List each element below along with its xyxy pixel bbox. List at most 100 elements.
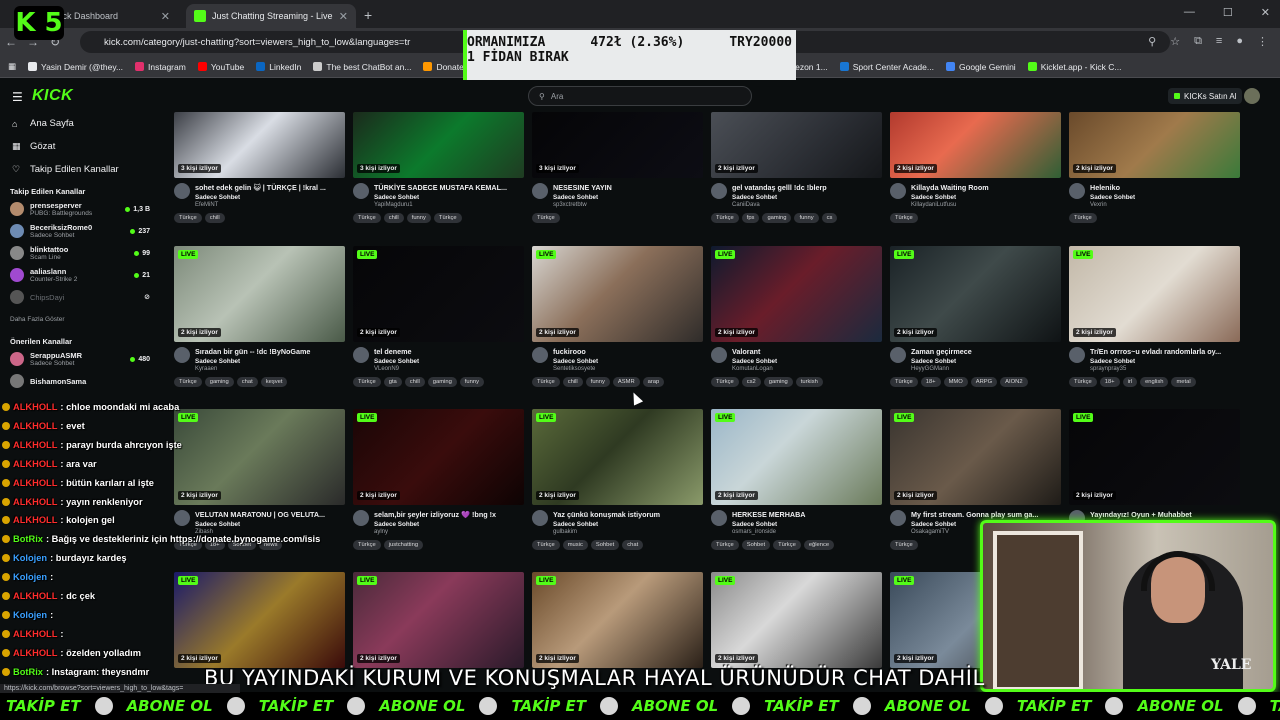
stream-thumbnail[interactable]: LIVE 2 kişi izliyor bbox=[711, 572, 882, 668]
stream-title[interactable]: My first stream. Gonna play sum ga... bbox=[911, 510, 1061, 519]
stream-category[interactable]: Sadece Sohbet bbox=[374, 194, 524, 201]
stream-card[interactable]: 2 kişi izliyor Heleniko Sadece Sohbet Vexri… bbox=[1069, 112, 1240, 223]
stream-tag[interactable]: cs2 bbox=[741, 377, 761, 387]
extensions-icon[interactable]: ⧉ bbox=[1194, 35, 1202, 48]
bookmark-item[interactable]: LinkedIn bbox=[256, 62, 301, 72]
stream-tag[interactable]: funny bbox=[585, 377, 610, 387]
sidebar-nav-item[interactable]: ⌂ Ana Sayfa bbox=[0, 112, 160, 135]
streamer-avatar[interactable] bbox=[532, 510, 548, 526]
stream-tag[interactable]: english bbox=[1140, 377, 1169, 387]
stream-thumbnail[interactable]: 3 kişi izliyor bbox=[532, 112, 703, 178]
hamburger-menu-icon[interactable]: ☰ bbox=[12, 90, 23, 104]
stream-thumbnail[interactable]: LIVE 2 kişi izliyor bbox=[711, 409, 882, 505]
stream-tag[interactable]: gaming bbox=[763, 377, 793, 387]
stream-card[interactable]: LIVE 2 kişi izliyor Tr/En orrros~u evladı … bbox=[1069, 246, 1240, 387]
sidebar-channel[interactable]: aaliaslann Counter-Strike 2 21 bbox=[0, 264, 160, 286]
bookmark-item[interactable]: Instagram bbox=[135, 62, 186, 72]
stream-title[interactable]: selam,bir şeyler izliyoruz 💜 !bng !x bbox=[374, 510, 524, 519]
streamer-name[interactable]: sp3xctretbtw bbox=[553, 202, 703, 208]
close-window-icon[interactable]: ✕ bbox=[1261, 6, 1270, 19]
streamer-avatar[interactable] bbox=[353, 183, 369, 199]
streamer-name[interactable]: CaniiDava bbox=[732, 202, 882, 208]
stream-thumbnail[interactable]: LIVE 2 kişi izliyor bbox=[532, 572, 703, 668]
stream-tag[interactable]: MMO bbox=[943, 377, 968, 387]
stream-thumbnail[interactable]: 3 kişi izliyor bbox=[174, 112, 345, 178]
chat-username[interactable]: ALKHOLL bbox=[13, 402, 57, 412]
sidebar-nav-item[interactable]: ▦ Gözat bbox=[0, 135, 160, 158]
chat-username[interactable]: Kolojen bbox=[13, 553, 47, 563]
chat-username[interactable]: BotRix bbox=[13, 534, 43, 544]
bookmark-item[interactable]: Google Gemini bbox=[945, 62, 1016, 72]
streamer-avatar[interactable] bbox=[711, 510, 727, 526]
stream-thumbnail[interactable]: LIVE 2 kişi izliyor bbox=[532, 409, 703, 505]
stream-tag[interactable]: Türkçe bbox=[353, 213, 381, 223]
stream-tag[interactable]: 18+ bbox=[1099, 377, 1120, 387]
stream-tag[interactable]: metal bbox=[1171, 377, 1196, 387]
chat-username[interactable]: BotRix bbox=[13, 667, 43, 677]
stream-title[interactable]: fuckirooo bbox=[553, 347, 703, 356]
tab-just-chatting[interactable]: Just Chatting Streaming - Live ✕ bbox=[186, 4, 356, 28]
show-more-link[interactable]: Daha Fazla Göster bbox=[0, 308, 160, 331]
stream-thumbnail[interactable]: LIVE 2 kişi izliyor bbox=[1069, 409, 1240, 505]
stream-category[interactable]: Sadece Sohbet bbox=[553, 194, 703, 201]
chat-username[interactable]: ALKHOLL bbox=[13, 629, 57, 639]
sidebar-channel[interactable]: SerappuASMR Sadece Sohbet 480 bbox=[0, 348, 160, 370]
kick-logo[interactable]: KICK bbox=[32, 87, 73, 105]
media-icon[interactable]: ≡ bbox=[1216, 35, 1222, 48]
chat-username[interactable]: Kolojen bbox=[13, 610, 47, 620]
user-avatar[interactable] bbox=[1244, 88, 1260, 104]
streamer-avatar[interactable] bbox=[890, 510, 906, 526]
stream-category[interactable]: Sadece Sohbet bbox=[1090, 194, 1240, 201]
profile-icon[interactable]: ● bbox=[1236, 35, 1243, 48]
bookmark-item[interactable]: Yasin Demir (@they... bbox=[28, 62, 123, 72]
stream-tag[interactable]: keşvet bbox=[260, 377, 288, 387]
stream-tag[interactable]: gaming bbox=[427, 377, 457, 387]
stream-tag[interactable]: Türkçe bbox=[1069, 213, 1097, 223]
streamer-name[interactable]: spraynpray35 bbox=[1090, 366, 1240, 372]
streamer-avatar[interactable] bbox=[532, 183, 548, 199]
stream-tag[interactable]: chill bbox=[204, 213, 225, 223]
chat-username[interactable]: ALKHOLL bbox=[13, 515, 57, 525]
stream-tag[interactable]: Türkçe bbox=[890, 213, 918, 223]
chat-username[interactable]: ALKHOLL bbox=[13, 497, 57, 507]
streamer-name[interactable]: KomutanLogan bbox=[732, 366, 882, 372]
menu-icon[interactable]: ⋮ bbox=[1257, 35, 1268, 48]
stream-title[interactable]: Valorant bbox=[732, 347, 882, 356]
stream-tag[interactable]: Türkçe bbox=[353, 377, 381, 387]
stream-tag[interactable]: Türkçe bbox=[174, 377, 202, 387]
search-input[interactable]: ⚲ Ara bbox=[528, 86, 752, 106]
stream-card[interactable]: 2 kişi izliyor gel vatandaş gelll !dc !bl… bbox=[711, 112, 882, 223]
stream-tag[interactable]: chill bbox=[404, 377, 425, 387]
stream-thumbnail[interactable]: LIVE 2 kişi izliyor bbox=[711, 246, 882, 342]
stream-thumbnail[interactable]: LIVE 2 kişi izliyor bbox=[353, 572, 524, 668]
sidebar-channel[interactable]: BeceriksizRome0 Sadece Sohbet 237 bbox=[0, 220, 160, 242]
stream-tag[interactable]: Türkçe bbox=[532, 213, 560, 223]
stream-category[interactable]: Sadece Sohbet bbox=[195, 194, 345, 201]
stream-tag[interactable]: Türkçe bbox=[890, 540, 918, 550]
sidebar-channel[interactable]: prensesperver PUBG: Battlegrounds 1,3 B bbox=[0, 198, 160, 220]
stream-thumbnail[interactable]: LIVE 2 kişi izliyor bbox=[532, 246, 703, 342]
stream-tag[interactable]: irl bbox=[1122, 377, 1138, 387]
stream-card[interactable]: 3 kişi izliyor TÜRKİYE SADECE MUSTAFA KEM… bbox=[353, 112, 524, 223]
stream-tag[interactable]: Türkçe bbox=[532, 540, 560, 550]
stream-tag[interactable]: chill bbox=[562, 377, 583, 387]
streamer-name[interactable]: Vexrin bbox=[1090, 202, 1240, 208]
stream-title[interactable]: Zaman geçirmece bbox=[911, 347, 1061, 356]
stream-category[interactable]: Sadece Sohbet bbox=[732, 521, 882, 528]
chat-username[interactable]: Kolojen bbox=[13, 572, 47, 582]
bookmark-star-icon[interactable]: ☆ bbox=[1170, 35, 1180, 48]
stream-title[interactable]: Sıradan bir gün -- !dc !ByNoGame bbox=[195, 347, 345, 356]
stream-tag[interactable]: Türkçe bbox=[773, 540, 801, 550]
stream-card[interactable]: LIVE 2 kişi izliyor Sıradan bir gün -- !dc… bbox=[174, 246, 345, 387]
stream-thumbnail[interactable]: LIVE 2 kişi izliyor bbox=[890, 409, 1061, 505]
streamer-avatar[interactable] bbox=[711, 347, 727, 363]
streamer-avatar[interactable] bbox=[890, 347, 906, 363]
stream-thumbnail[interactable]: LIVE 2 kişi izliyor bbox=[174, 246, 345, 342]
stream-card[interactable]: LIVE 2 kişi izliyor Yayındayız! Oyun + Muh… bbox=[1069, 409, 1240, 528]
stream-tag[interactable]: 18+ bbox=[920, 377, 941, 387]
stream-card[interactable]: 3 kişi izliyor sohet edek gelin 😺 | TÜRKÇ… bbox=[174, 112, 345, 223]
stream-tag[interactable]: ARPG bbox=[970, 377, 998, 387]
stream-card[interactable]: LIVE 2 kişi izliyor fuckirooo Sadece Sohbet… bbox=[532, 246, 703, 387]
stream-category[interactable]: Sadece Sohbet bbox=[911, 194, 1061, 201]
stream-tag[interactable]: Türkçe bbox=[890, 377, 918, 387]
